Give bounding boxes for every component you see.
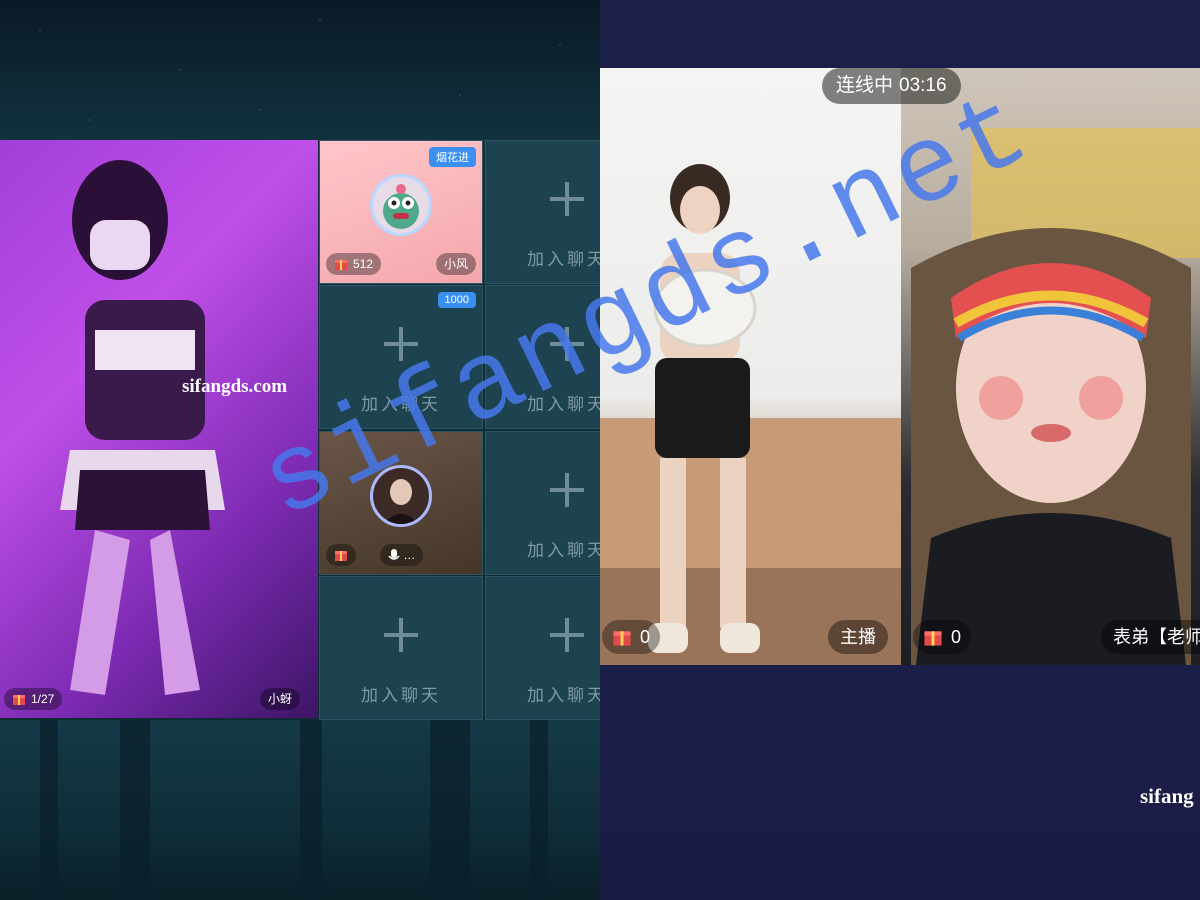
seat-8[interactable]: 加入聊天 bbox=[485, 576, 600, 720]
plus-icon bbox=[384, 327, 418, 361]
join-chat-label: 加入聊天 bbox=[361, 395, 441, 415]
gift-icon bbox=[335, 260, 347, 270]
dancer-figure bbox=[60, 160, 225, 695]
seat-gift-badge[interactable]: 512 bbox=[326, 253, 382, 275]
link-timer: 03:16 bbox=[899, 75, 947, 96]
host-name-tag: 小蚜 bbox=[260, 688, 301, 710]
screenshot-canvas: sifangds.com 1/27 小蚜 烟花进 512 小风 加入聊天 100… bbox=[0, 0, 1200, 900]
guest-camera[interactable]: 0 表弟【老师 bbox=[901, 68, 1200, 665]
join-chat-label: 加入聊天 bbox=[527, 395, 600, 415]
tree-trunk bbox=[430, 720, 470, 900]
host-gift-count: 0 bbox=[640, 626, 651, 647]
tree-trunk bbox=[530, 720, 548, 900]
seat-4[interactable]: 加入聊天 bbox=[485, 285, 600, 429]
seat-tag: 烟花进 bbox=[429, 147, 476, 167]
gift-icon bbox=[924, 631, 942, 646]
avatar bbox=[370, 465, 432, 527]
seat-2[interactable]: 加入聊天 bbox=[485, 140, 600, 284]
seat-gift-count: 512 bbox=[353, 257, 374, 271]
host-gift-badge[interactable]: 1/27 bbox=[4, 688, 63, 710]
host-gift-count: 1/27 bbox=[31, 692, 55, 706]
speaking-status: … bbox=[403, 548, 416, 562]
speaking-indicator: … bbox=[380, 544, 424, 566]
plus-icon bbox=[384, 618, 418, 652]
microphone-icon bbox=[388, 548, 400, 560]
gift-icon bbox=[613, 631, 631, 646]
seat-3[interactable]: 1000 加入聊天 bbox=[319, 285, 483, 429]
join-chat-label: 加入聊天 bbox=[527, 686, 600, 706]
corner-watermark: sifang bbox=[1140, 784, 1194, 808]
plus-icon bbox=[550, 182, 584, 216]
guest-scene bbox=[911, 128, 1200, 665]
seat-7[interactable]: 加入聊天 bbox=[319, 576, 483, 720]
main-host-video[interactable]: sifangds.com 1/27 小蚜 bbox=[0, 140, 318, 718]
seat-5[interactable]: … bbox=[319, 431, 483, 575]
forest-background bbox=[0, 720, 600, 900]
join-chat-label: 加入聊天 bbox=[361, 686, 441, 706]
seat-6[interactable]: 加入聊天 bbox=[485, 431, 600, 575]
inline-watermark: sifangds.com bbox=[182, 376, 288, 397]
gift-icon bbox=[13, 695, 25, 705]
gift-icon bbox=[335, 551, 347, 561]
host-role-label: 主播 bbox=[828, 620, 888, 654]
link-status-badge: 连线中 03:16 bbox=[822, 68, 961, 104]
host-camera[interactable]: 0 主播 bbox=[600, 68, 901, 665]
join-chat-label: 加入聊天 bbox=[527, 250, 600, 270]
seat-gift-badge[interactable] bbox=[326, 544, 356, 566]
avatar bbox=[370, 174, 432, 236]
monster-avatar-icon bbox=[383, 184, 419, 229]
plus-icon bbox=[550, 473, 584, 507]
guest-gift-badge[interactable]: 0 bbox=[913, 620, 972, 654]
user-avatar-icon bbox=[373, 468, 429, 524]
tree-trunk bbox=[120, 720, 150, 900]
tree-trunk bbox=[300, 720, 322, 900]
host-scene bbox=[600, 164, 901, 665]
right-link-room: 0 主播 0 表弟【老师 连线中 03:16 sifang bbox=[600, 0, 1200, 900]
left-chat-room: sifangds.com 1/27 小蚜 烟花进 512 小风 加入聊天 100… bbox=[0, 0, 600, 900]
seat-name-tag: 小风 bbox=[435, 253, 476, 275]
guest-name-tag: 表弟【老师 bbox=[1101, 620, 1200, 654]
link-status-label: 连线中 bbox=[836, 75, 894, 96]
join-chat-label: 加入聊天 bbox=[527, 541, 600, 561]
plus-icon bbox=[550, 327, 584, 361]
guest-gift-count: 0 bbox=[951, 626, 962, 647]
seat-tag: 1000 bbox=[437, 292, 476, 308]
seat-1[interactable]: 烟花进 512 小风 bbox=[319, 140, 483, 284]
plus-icon bbox=[550, 618, 584, 652]
host-gift-badge[interactable]: 0 bbox=[602, 620, 661, 654]
tree-trunk bbox=[40, 720, 58, 900]
